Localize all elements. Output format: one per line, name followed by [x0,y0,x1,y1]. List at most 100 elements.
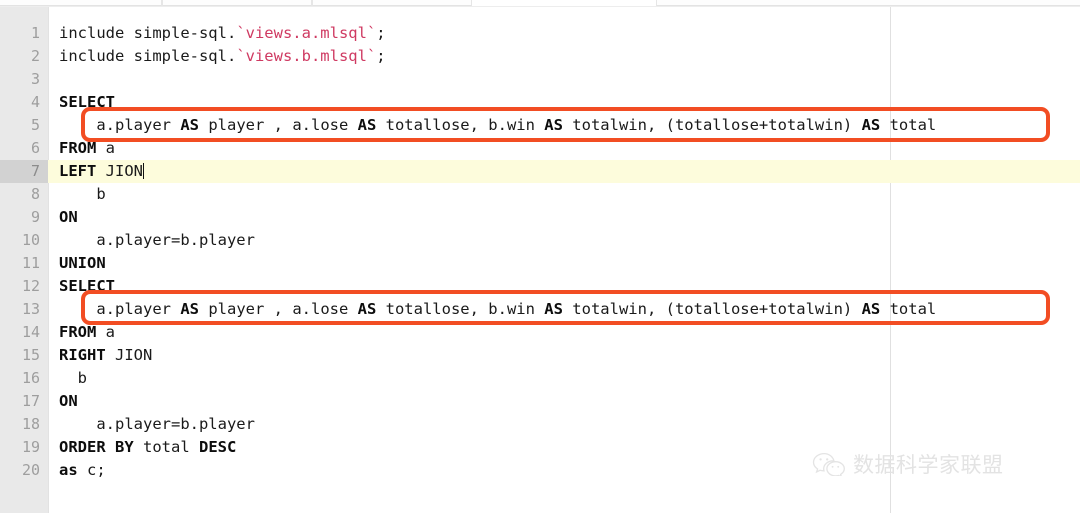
editor-bottom-strip [0,513,1080,518]
code-line-5[interactable]: a.player AS player , a.lose AS totallose… [49,114,1080,137]
token: a.player [59,116,181,134]
token: ON [59,392,78,410]
code-line-11[interactable]: UNION [49,252,1080,275]
code-line-17[interactable]: ON [49,390,1080,413]
token: include simple-sql. [59,47,237,65]
editor-tab-1[interactable] [0,0,162,6]
line-number-4: 4 [30,93,40,111]
line-number-14: 14 [21,323,40,341]
code-line-text-11: UNION [49,252,106,275]
code-line-text-20: as c; [49,459,106,482]
code-line-text-16: b [49,367,87,390]
line-number-15: 15 [21,346,40,364]
token: ORDER BY [59,438,134,456]
token: ; [376,47,386,65]
line-number-12: 12 [21,277,40,295]
token: UNION [59,254,106,272]
code-line-13[interactable]: a.player AS player , a.lose AS totallose… [49,298,1080,321]
token: SELECT [59,93,115,111]
token: ; [376,24,386,42]
line-number-16: 16 [21,369,40,387]
code-editor[interactable]: 1 2 3 4 5 6 7 8 9 10 11 12 13 14 15 16 17 18 19 20 include … [0,7,1080,513]
token: a.player [59,300,181,318]
line-number-9: 9 [30,208,40,226]
code-line-16[interactable]: b [49,367,1080,390]
token: AS [544,116,563,134]
token: a.player=b.player [59,415,255,433]
token: c; [77,461,106,479]
code-line-text-7: LEFT JION [49,160,144,183]
token: ON [59,208,78,226]
line-number-10: 10 [21,231,40,249]
editor-tab-3[interactable] [312,0,472,6]
line-number-19: 19 [21,438,40,456]
token: total [880,300,937,318]
line-number-6: 6 [30,139,40,157]
code-line-10[interactable]: a.player=b.player [49,229,1080,252]
token: AS [357,116,377,134]
token: a.player=b.player [59,231,255,249]
wechat-icon [812,452,846,476]
token: totalwin, (totallose+totalwin) [562,116,862,134]
line-number-5: 5 [30,116,40,134]
line-number-18: 18 [21,415,40,433]
code-line-18[interactable]: a.player=b.player [49,413,1080,436]
token: a [96,139,115,157]
code-line-6[interactable]: FROM a [49,137,1080,160]
code-line-8[interactable]: b [49,183,1080,206]
token: AS [180,300,199,318]
code-line-9[interactable]: ON [49,206,1080,229]
line-number-3: 3 [30,70,40,88]
code-line-text-6: FROM a [49,137,115,160]
code-line-2[interactable]: include simple-sql.`views.b.mlsql`; [49,45,1080,68]
token: totalwin, (totallose+totalwin) [562,300,862,318]
code-line-1[interactable]: include simple-sql.`views.a.mlsql`; [49,22,1080,45]
token: AS [861,116,881,134]
token: b [59,369,87,387]
code-line-text-19: ORDER BY total DESC [49,436,236,459]
code-line-12[interactable]: SELECT [49,275,1080,298]
token: `views.a.mlsql` [236,24,377,42]
token: AS [861,300,881,318]
editor-tab-strip[interactable] [0,0,1080,7]
token: totallose, b.win [376,300,545,318]
token: AS [544,300,563,318]
line-number-1: 1 [30,24,40,42]
code-line-3[interactable] [49,68,1080,91]
code-line-text-10: a.player=b.player [49,229,255,252]
watermark: 数据科学家联盟 [812,449,1004,479]
text-caret [143,163,144,179]
token: player , a.lose [199,300,358,318]
token: FROM [59,323,97,341]
editor-tab-4[interactable] [656,0,1080,6]
line-number-11: 11 [21,254,40,272]
token: DESC [198,438,237,456]
watermark-text: 数据科学家联盟 [853,453,1004,477]
token: `views.b.mlsql` [236,47,377,65]
code-line-text-14: FROM a [49,321,115,344]
token: total [880,116,937,134]
token: RIGHT [59,346,106,364]
code-line-text-5: a.player AS player , a.lose AS totallose… [49,114,936,137]
token: a [96,323,115,341]
code-line-4[interactable]: SELECT [49,91,1080,114]
token: total [133,438,199,456]
token: player , a.lose [199,116,358,134]
code-line-text-18: a.player=b.player [49,413,255,436]
editor-tab-2[interactable] [162,0,312,6]
code-line-text-2: include simple-sql.`views.b.mlsql`; [49,45,386,68]
token: AS [357,300,377,318]
token: AS [180,116,199,134]
token: JION [105,346,153,364]
line-number-13: 13 [21,300,40,318]
code-line-text-17: ON [49,390,78,413]
code-line-7[interactable]: LEFT JION [48,160,1080,183]
token: b [59,185,106,203]
code-line-text-8: b [49,183,106,206]
line-number-20: 20 [21,461,40,479]
code-line-14[interactable]: FROM a [49,321,1080,344]
code-line-text-13: a.player AS player , a.lose AS totallose… [49,298,936,321]
token: LEFT [59,162,97,180]
token: include simple-sql. [59,24,237,42]
code-line-15[interactable]: RIGHT JION [49,344,1080,367]
